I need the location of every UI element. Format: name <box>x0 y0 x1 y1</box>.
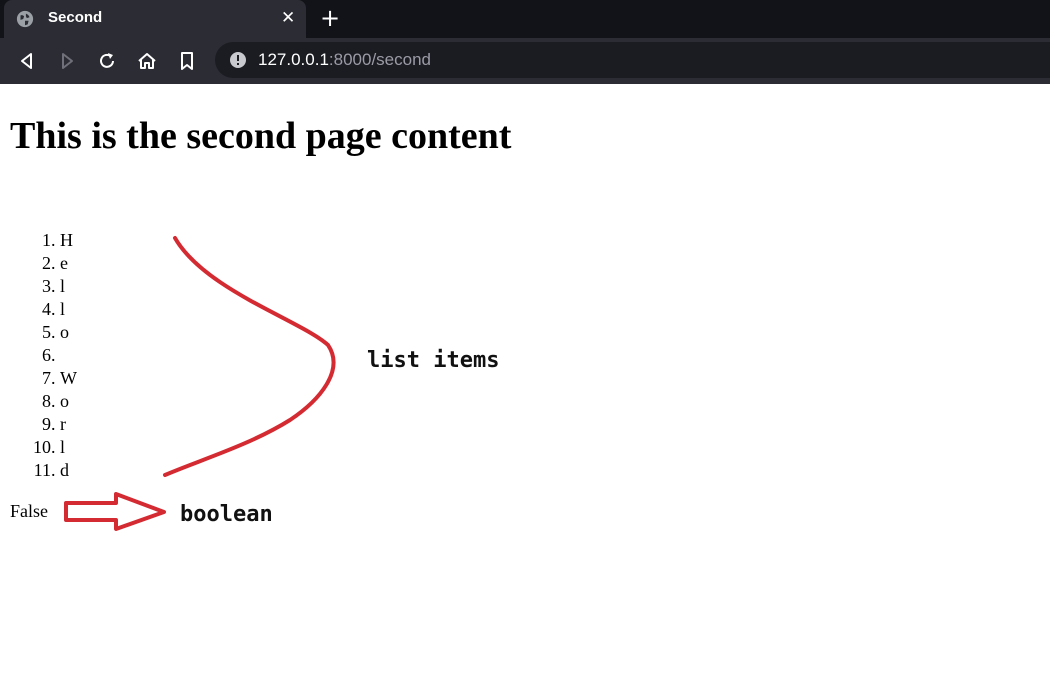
new-tab-icon[interactable]: + <box>320 3 340 33</box>
bookmark-icon[interactable] <box>176 50 198 72</box>
list-item: d <box>60 459 77 482</box>
info-icon[interactable] <box>229 51 247 69</box>
list-item: H <box>60 229 77 252</box>
url-host: 127.0.0.1 <box>258 50 329 69</box>
reload-icon[interactable] <box>96 50 118 72</box>
tab-second[interactable]: Second ✕ <box>4 0 306 38</box>
address-bar[interactable]: 127.0.0.1:8000/second <box>215 42 1050 78</box>
page-heading: This is the second page content <box>10 115 512 157</box>
forward-icon[interactable] <box>56 50 78 72</box>
list-items-annotation-label: list items <box>367 348 500 373</box>
tab-title: Second <box>48 9 103 26</box>
list-item: W <box>60 367 77 390</box>
globe-icon <box>16 10 34 28</box>
list-item: l <box>60 298 77 321</box>
boolean-annotation-label: boolean <box>180 502 273 527</box>
list-item: r <box>60 413 77 436</box>
boolean-value: False <box>10 501 48 521</box>
list-item <box>60 344 77 367</box>
brace-annotation <box>163 236 336 477</box>
browser-toolbar: 127.0.0.1:8000/second <box>0 38 1050 84</box>
letter-list: H e l l o W o r l d <box>0 229 77 482</box>
annotation-layer <box>64 236 336 531</box>
list-item: l <box>60 436 77 459</box>
url-path: :8000/second <box>328 50 431 69</box>
list-item: o <box>60 390 77 413</box>
url-text[interactable]: 127.0.0.1:8000/second <box>258 50 431 70</box>
list-item: l <box>60 275 77 298</box>
back-icon[interactable] <box>16 50 38 72</box>
arrow-annotation <box>64 492 166 531</box>
close-tab-icon[interactable]: ✕ <box>281 6 295 30</box>
tab-strip: Second ✕ + <box>0 0 1050 38</box>
home-icon[interactable] <box>136 50 158 72</box>
list-item: e <box>60 252 77 275</box>
list-item: o <box>60 321 77 344</box>
